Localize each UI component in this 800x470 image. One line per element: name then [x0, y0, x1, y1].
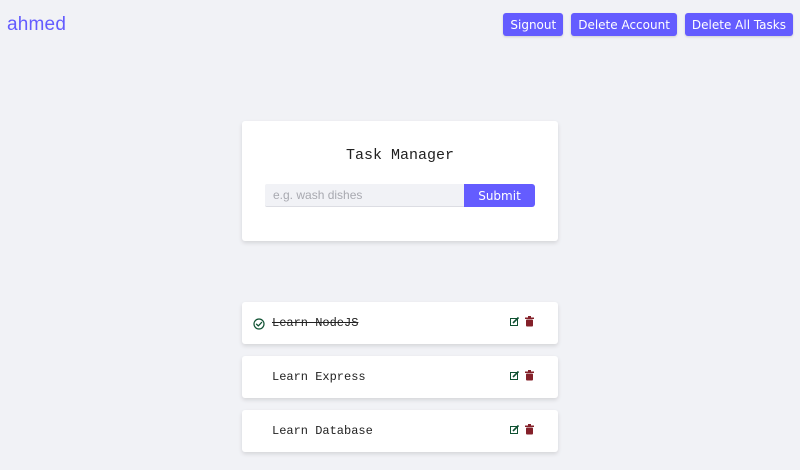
- edit-icon[interactable]: [510, 370, 519, 381]
- submit-button[interactable]: Submit: [464, 184, 535, 207]
- task-form: Submit: [265, 184, 535, 207]
- task-item: Learn Database: [242, 410, 558, 452]
- delete-all-tasks-button[interactable]: Delete All Tasks: [684, 13, 793, 36]
- task-item: Learn NodeJS: [242, 302, 558, 344]
- signout-button[interactable]: Signout: [503, 13, 564, 36]
- task-name: Learn Express: [272, 370, 366, 384]
- header-actions: Signout Delete Account Delete All Tasks: [503, 13, 793, 36]
- task-actions: [510, 424, 534, 435]
- delete-account-button[interactable]: Delete Account: [571, 13, 677, 36]
- edit-icon[interactable]: [510, 424, 519, 435]
- task-actions: [510, 316, 534, 327]
- edit-icon[interactable]: [510, 316, 519, 327]
- task-list: Learn NodeJS Learn Express Learn Databas…: [242, 302, 558, 464]
- task-input[interactable]: [265, 184, 464, 207]
- check-circle-icon: [253, 317, 265, 330]
- trash-icon[interactable]: [525, 370, 534, 381]
- task-item: Learn Express: [242, 356, 558, 398]
- task-actions: [510, 370, 534, 381]
- trash-icon[interactable]: [525, 316, 534, 327]
- form-title: Task Manager: [345, 147, 455, 164]
- task-form-card: Task Manager Submit: [242, 121, 558, 241]
- task-name: Learn NodeJS: [272, 316, 359, 330]
- trash-icon[interactable]: [525, 424, 534, 435]
- brand-logo: ahmed: [7, 14, 67, 35]
- task-name: Learn Database: [272, 424, 373, 438]
